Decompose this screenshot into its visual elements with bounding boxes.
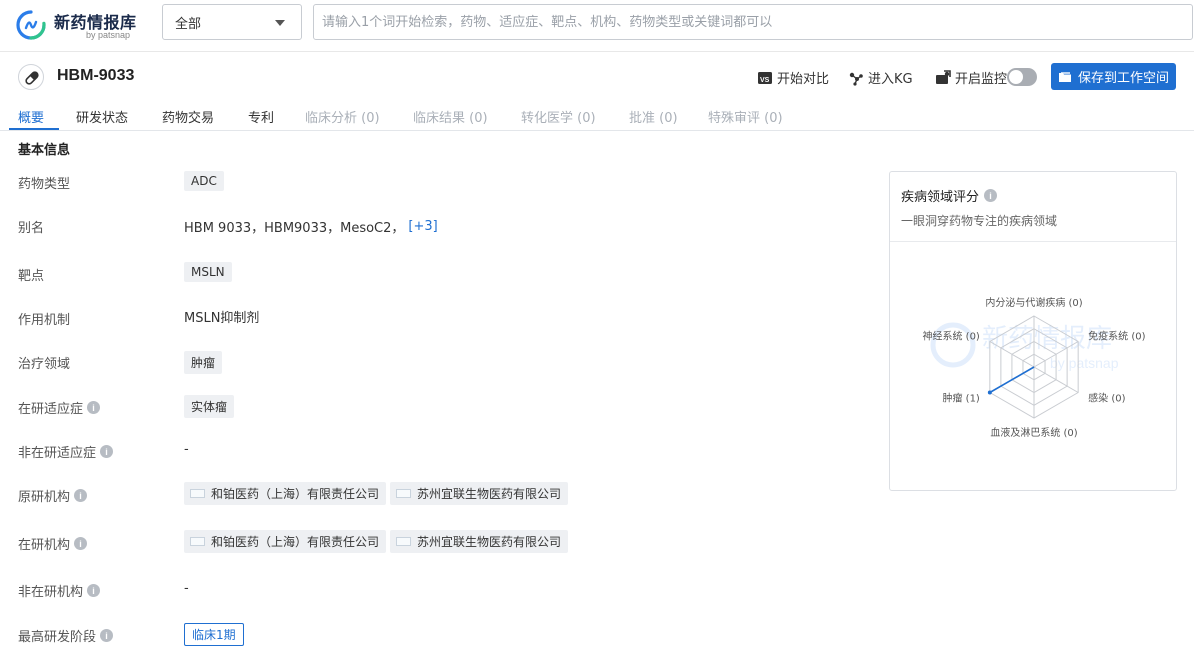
toggle-knob [1009,70,1023,84]
save-label: 保存到工作空间 [1077,71,1169,86]
panel-title: 疾病领域评分 i [901,186,998,205]
value-mechanism: MSLN抑制剂 [184,307,259,326]
label-highest-phase: 最高研发阶段 i [18,626,114,645]
section-title-basic-info: 基本信息 [18,143,71,158]
value-therapy-area: 肿瘤 [184,351,223,374]
org-logo-icon [396,489,412,498]
therapy-area-chip[interactable]: 肿瘤 [184,351,223,374]
drug-name: HBM-9033 [57,67,135,84]
label-active-org: 在研机构 i [18,534,88,553]
org-chip[interactable]: 和铂医药（上海）有限责任公司 [184,482,387,505]
info-icon[interactable]: i [87,401,101,414]
tab-patents[interactable]: 专利 [248,107,274,126]
radar-series [987,366,1035,395]
mechanism-text[interactable]: MSLN抑制剂 [184,307,259,326]
disease-radar-chart: 新药情报库 by patsnap 内分泌与代谢疾病 (0)免疫系统 (0)感染 … [922,296,1145,439]
radar-axis-label: 内分泌与代谢疾病 (0) [985,296,1082,309]
radar-axis-label: 肿瘤 (1) [942,392,979,405]
compare-button[interactable]: VS 开始对比 [757,68,829,87]
label-inactive-org: 非在研机构 i [18,581,101,600]
value-inactive-org: - [184,581,189,596]
compare-icon: VS [758,71,772,84]
monitor-toggle[interactable] [1007,68,1037,86]
alias-text: HBM 9033，HBM9033，MesoC2， [184,221,405,236]
label-inactive-indication: 非在研适应症 i [18,442,114,461]
org-logo-icon [190,537,205,546]
value-target: MSLN [184,262,232,282]
tab-deals[interactable]: 药物交易 [162,107,214,126]
save-to-workspace-button[interactable]: 保存到工作空间 [1051,63,1176,90]
label-drug-type: 药物类型 [18,177,71,192]
value-highest-phase: 临床1期 [184,623,244,646]
tab-rd-status[interactable]: 研发状态 [76,107,128,126]
org-chip[interactable]: 苏州宜联生物医药有限公司 [390,530,569,553]
folder-icon [1058,71,1071,82]
top-bar: 新药情报库 by patsnap 全部 [0,0,1194,52]
radar-axis-label: 感染 (0) [1088,392,1125,405]
phase-chip[interactable]: 临床1期 [184,623,244,646]
graph-nodes-icon [849,72,863,86]
label-therapy-area: 治疗领域 [18,357,71,372]
info-icon[interactable]: i [74,489,88,502]
section-tabs: 概要 研发状态 药物交易 专利 临床分析 (0) 临床结果 (0) 转化医学 (… [0,100,1194,131]
org-logo-icon [396,537,412,546]
indication-chip[interactable]: 实体瘤 [184,395,235,418]
alias-more-link[interactable]: [+3] [408,219,437,234]
label-active-indication: 在研适应症 i [18,398,101,417]
app-logo[interactable]: 新药情报库 by patsnap [16,8,156,42]
logo-mark-icon [16,10,46,40]
radar-axis-label: 血液及淋巴系统 (0) [990,426,1077,439]
value-inactive-indication: - [184,442,189,457]
info-icon[interactable]: i [984,189,998,202]
radar-axis-label: 神经系统 (0) [922,330,979,343]
tab-translational[interactable]: 转化医学 (0) [521,107,596,126]
monitor-action: 开启监控 [935,68,1007,87]
active-tab-indicator [9,128,59,130]
compare-label: 开始对比 [777,72,830,87]
info-icon[interactable]: i [100,445,114,458]
tab-clinical-results[interactable]: 临床结果 (0) [413,107,488,126]
search-scope-value: 全部 [175,17,202,32]
info-icon[interactable]: i [87,584,101,597]
caret-down-icon [275,20,285,26]
monitor-label: 开启监控 [955,72,1008,87]
search-scope-select[interactable]: 全部 [162,4,302,40]
drug-type-chip[interactable]: ADC [184,171,224,191]
info-icon[interactable]: i [74,537,88,550]
label-target: 靶点 [18,269,45,284]
tab-special-review[interactable]: 特殊审评 (0) [708,107,783,126]
disease-score-panel: 疾病领域评分 i 一眼洞穿药物专注的疾病领域 新药情报库 by patsnap … [889,171,1177,491]
drug-pill-icon [18,64,44,90]
radar-axis-label: 免疫系统 (0) [1088,330,1145,343]
knowledge-graph-label: 进入KG [868,72,913,87]
radar-point [987,390,992,395]
knowledge-graph-button[interactable]: 进入KG [848,68,913,87]
org-chip[interactable]: 苏州宜联生物医药有限公司 [390,482,569,505]
tab-overview[interactable]: 概要 [18,107,44,126]
org-logo-icon [190,489,205,498]
panel-subtitle: 一眼洞穿药物专注的疾病领域 [901,214,1058,228]
tab-approval[interactable]: 批准 (0) [629,107,678,126]
logo-subtitle: by patsnap [86,30,131,40]
label-mechanism: 作用机制 [18,313,71,328]
label-originator: 原研机构 i [18,486,88,505]
value-active-indication: 实体瘤 [184,395,235,418]
svg-text:VS: VS [760,77,770,84]
search-input[interactable] [313,4,1193,40]
target-chip[interactable]: MSLN [184,262,232,282]
drug-header: HBM-9033 VS 开始对比 进入KG 开启监控 保存到工作空间 [0,60,1194,94]
value-alias: HBM 9033，HBM9033，MesoC2， [+3] [184,217,438,236]
label-alias: 别名 [18,221,45,236]
value-originator: 和铂医药（上海）有限责任公司 苏州宜联生物医药有限公司 [184,482,569,505]
value-drug-type: ADC [184,171,224,191]
tab-clinical-analysis[interactable]: 临床分析 (0) [305,107,380,126]
org-chip[interactable]: 和铂医药（上海）有限责任公司 [184,530,387,553]
monitor-bell-icon [936,69,951,84]
info-icon[interactable]: i [100,629,114,642]
value-active-org: 和铂医药（上海）有限责任公司 苏州宜联生物医药有限公司 [184,530,569,553]
watermark-subtitle: by patsnap [1050,355,1119,371]
